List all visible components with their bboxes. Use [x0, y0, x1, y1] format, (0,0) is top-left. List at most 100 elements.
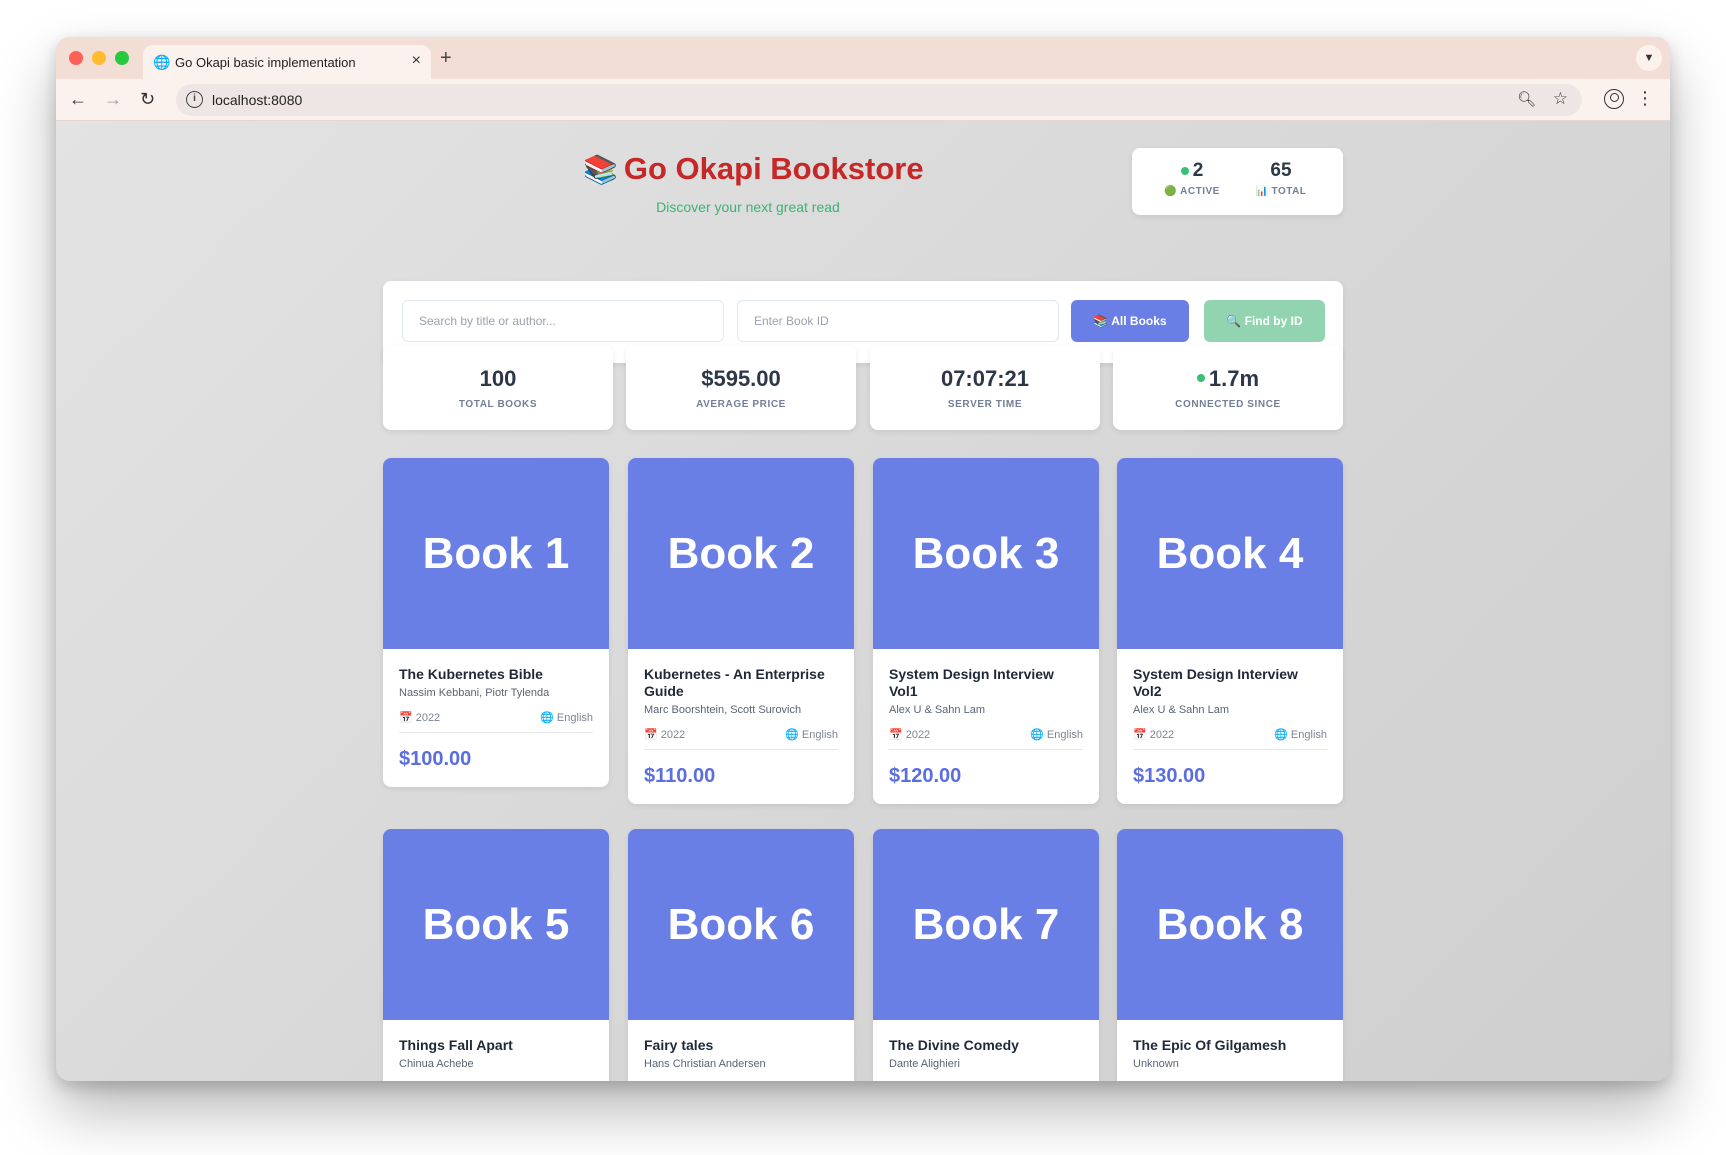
browser-window: 🌐 Go Okapi basic implementation × + ▼ ← …	[56, 37, 1670, 1081]
search-input[interactable]	[402, 300, 724, 342]
book-card[interactable]: Book 7 The Divine Comedy Dante Alighieri	[873, 829, 1099, 1081]
tab-title: Go Okapi basic implementation	[175, 55, 356, 70]
book-title: The Kubernetes Bible	[399, 666, 543, 682]
book-card[interactable]: Book 1 The Kubernetes Bible Nassim Kebba…	[383, 458, 609, 787]
page-title: 📚 Go Okapi Bookstore	[583, 151, 924, 187]
zoom-icon[interactable]: 🔍︎	[1517, 90, 1536, 108]
stat-average-price: $595.00 AVERAGE PRICE	[626, 345, 856, 430]
back-arrow-icon[interactable]: ←	[69, 89, 87, 109]
book-card[interactable]: Book 4 System Design Interview Vol2 Alex…	[1117, 458, 1343, 804]
book-year: 2022	[660, 729, 686, 741]
book-title: The Epic Of Gilgamesh	[1133, 1037, 1287, 1053]
book-cover: Book 2	[628, 458, 854, 649]
book-cover: Book 8	[1117, 829, 1343, 1020]
book-price: $120.00	[889, 765, 962, 787]
close-window-button[interactable]	[69, 51, 83, 65]
stat-label: CONNECTED SINCE	[1175, 399, 1281, 410]
stat-total-books: 100 TOTAL BOOKS	[383, 345, 613, 430]
book-year: 2022	[1149, 729, 1175, 741]
site-info-icon[interactable]: i	[186, 91, 203, 108]
book-language: English	[801, 729, 838, 741]
book-title: Fairy tales	[644, 1037, 714, 1053]
green-circle-icon: 🟢	[1164, 186, 1178, 197]
book-year: 2022	[415, 712, 441, 724]
book-author: Hans Christian Andersen	[644, 1058, 766, 1070]
book-card[interactable]: Book 2 Kubernetes - An Enterprise Guide …	[628, 458, 854, 804]
active-count: 2	[1192, 160, 1204, 181]
book-author: Unknown	[1133, 1058, 1179, 1070]
book-cover: Book 5	[383, 829, 609, 1020]
book-title: The Divine Comedy	[889, 1037, 1019, 1053]
total-count: 65	[1270, 160, 1292, 181]
book-author: Marc Boorshtein, Scott Surovich	[644, 704, 802, 716]
url-text[interactable]: localhost:8080	[212, 92, 302, 108]
book-price: $100.00	[399, 748, 472, 770]
book-cover: Book 4	[1117, 458, 1343, 649]
book-card[interactable]: Book 3 System Design Interview Vol1 Alex…	[873, 458, 1099, 804]
status-dot-icon	[1196, 374, 1205, 383]
total-connections: 65 📊 TOTAL	[1236, 160, 1326, 197]
connection-stats: 2 🟢 ACTIVE 65 📊 TOTAL	[1132, 148, 1343, 215]
active-label: ACTIVE	[1180, 186, 1220, 197]
book-title: Kubernetes - An Enterprise Guide	[644, 666, 825, 699]
books-icon: 📚	[583, 154, 618, 185]
book-title: Things Fall Apart	[399, 1037, 513, 1053]
book-card[interactable]: Book 6 Fairy tales Hans Christian Anders…	[628, 829, 854, 1081]
stat-server-time: 07:07:21 SERVER TIME	[870, 345, 1100, 430]
minimize-window-button[interactable]	[92, 51, 106, 65]
book-id-input[interactable]	[737, 300, 1059, 342]
browser-menu-icon[interactable]: ⋮	[1636, 88, 1654, 108]
book-author: Dante Alighieri	[889, 1058, 960, 1070]
stat-label: SERVER TIME	[947, 399, 1023, 410]
total-label: TOTAL	[1271, 186, 1307, 197]
globe-icon: 🌐	[540, 712, 554, 724]
globe-icon: 🌐	[153, 54, 171, 70]
book-cover: Book 1	[383, 458, 609, 649]
find-by-id-button[interactable]: 🔍 Find by ID	[1204, 300, 1325, 342]
new-tab-button[interactable]: +	[440, 47, 452, 69]
book-language: English	[1046, 729, 1083, 741]
book-title: System Design Interview Vol2	[1133, 666, 1298, 699]
active-connections: 2 🟢 ACTIVE	[1147, 160, 1237, 197]
book-language: English	[1290, 729, 1327, 741]
all-books-button[interactable]: 📚 All Books	[1071, 300, 1189, 342]
book-cover: Book 3	[873, 458, 1099, 649]
tab-search-chevron-icon[interactable]: ▼	[1636, 45, 1662, 71]
address-bar[interactable]: i localhost:8080 🔍︎ ☆	[176, 84, 1582, 116]
profile-icon[interactable]	[1604, 89, 1624, 109]
stat-label: AVERAGE PRICE	[696, 399, 786, 410]
book-cover: Book 7	[873, 829, 1099, 1020]
book-title: System Design Interview Vol1	[889, 666, 1054, 699]
reload-icon[interactable]: ↻	[140, 89, 155, 109]
bookmark-star-icon[interactable]: ☆	[1553, 89, 1568, 109]
tab-close-icon[interactable]: ×	[412, 52, 421, 70]
book-author: Alex U & Sahn Lam	[1133, 704, 1229, 716]
stat-label: TOTAL BOOKS	[458, 399, 538, 410]
forward-arrow-icon[interactable]: →	[104, 89, 122, 109]
browser-toolbar: ← → ↻ i localhost:8080 🔍︎ ☆ ⋮	[56, 79, 1670, 121]
book-cover: Book 6	[628, 829, 854, 1020]
calendar-icon: 📅	[644, 729, 658, 741]
book-card[interactable]: Book 5 Things Fall Apart Chinua Achebe	[383, 829, 609, 1081]
globe-icon: 🌐	[1274, 729, 1288, 741]
book-author: Nassim Kebbani, Piotr Tylenda	[399, 687, 550, 699]
browser-tab[interactable]: 🌐 Go Okapi basic implementation ×	[143, 45, 431, 79]
status-dot-icon	[1180, 166, 1189, 175]
globe-icon: 🌐	[785, 729, 799, 741]
page-title-text: Go Okapi Bookstore	[623, 151, 924, 186]
stat-value: 100	[479, 366, 517, 391]
bar-chart-icon: 📊	[1255, 186, 1269, 197]
stat-connected-since: 1.7m CONNECTED SINCE	[1113, 345, 1343, 430]
book-author: Chinua Achebe	[399, 1058, 474, 1070]
book-year: 2022	[905, 729, 931, 741]
book-price: $130.00	[1133, 765, 1206, 787]
book-author: Alex U & Sahn Lam	[889, 704, 985, 716]
book-language: English	[556, 712, 593, 724]
maximize-window-button[interactable]	[115, 51, 129, 65]
globe-icon: 🌐	[1030, 729, 1044, 741]
stat-value: 07:07:21	[940, 366, 1030, 391]
page-subtitle: Discover your next great read	[656, 199, 840, 215]
page-header: 📚 Go Okapi Bookstore Discover your next g…	[383, 121, 1343, 231]
book-card[interactable]: Book 8 The Epic Of Gilgamesh Unknown	[1117, 829, 1343, 1081]
calendar-icon: 📅	[889, 729, 903, 741]
